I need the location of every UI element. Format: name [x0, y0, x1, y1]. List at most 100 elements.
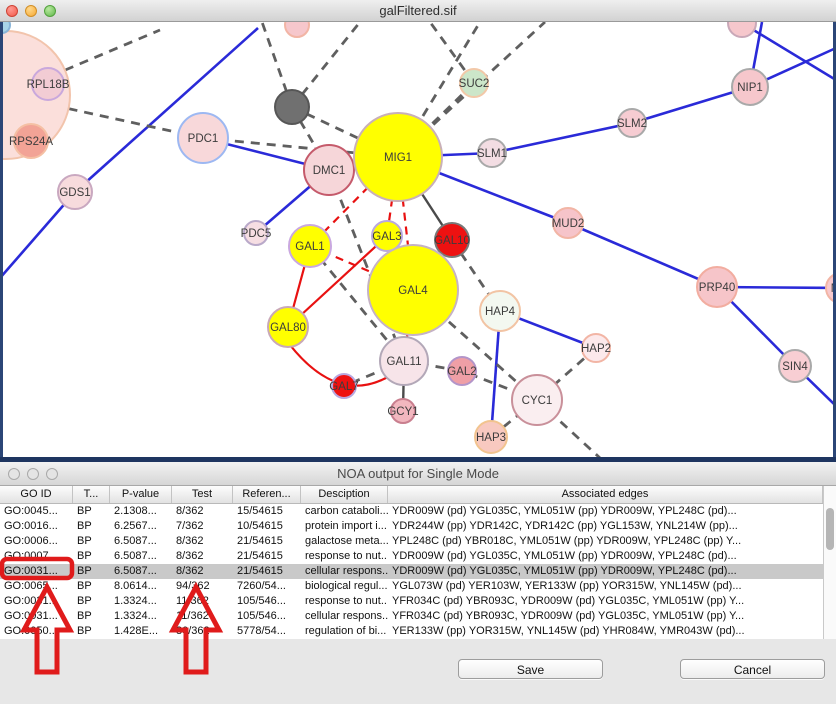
- cell: 6.5087...: [110, 549, 172, 564]
- cell: 6.5087...: [110, 534, 172, 549]
- network-node-GDS1[interactable]: GDS1: [58, 175, 92, 209]
- node-label: GDS1: [59, 187, 90, 199]
- table-row[interactable]: GO:0065...BP8.0614...94/3627260/54...bio…: [0, 579, 823, 594]
- column-header-referen-[interactable]: Referen...: [233, 486, 301, 503]
- cell: GO:0031...: [0, 594, 73, 609]
- vertical-scrollbar[interactable]: [823, 486, 836, 639]
- cell: GO:0016...: [0, 519, 73, 534]
- column-header-desciption[interactable]: Desciption: [301, 486, 388, 503]
- network-node-HAP3[interactable]: HAP3: [475, 421, 507, 453]
- network-node-SIN4[interactable]: SIN4: [779, 350, 811, 382]
- network-node-GAL11[interactable]: GAL11: [380, 337, 428, 385]
- table-row[interactable]: GO:0031...BP1.3324...11/362105/546...cel…: [0, 609, 823, 624]
- node-label: RPL18B: [27, 79, 70, 91]
- node-label: GAL7: [329, 381, 358, 393]
- network-node-SLM2[interactable]: SLM2: [617, 109, 647, 137]
- network-node-top-partial-a[interactable]: [285, 22, 309, 37]
- node-label: PDC5: [241, 228, 272, 240]
- cell: YGL073W (pd) YER103W, YER133W (pp) YOR31…: [388, 579, 823, 594]
- network-node-DMC1[interactable]: DMC1: [304, 145, 354, 195]
- cell: 2.1308...: [110, 504, 172, 519]
- cell: 8/362: [172, 549, 233, 564]
- network-node-GAL7[interactable]: GAL7: [329, 374, 358, 398]
- save-button[interactable]: Save: [458, 659, 603, 679]
- cell: 21/54615: [233, 534, 301, 549]
- node-label: GAL3: [372, 231, 401, 243]
- node-label: GAL4: [398, 285, 428, 297]
- table-row[interactable]: GO:0045...BP2.1308...8/36215/54615carbon…: [0, 504, 823, 519]
- column-header-t-[interactable]: T...: [73, 486, 110, 503]
- network-window-titlebar[interactable]: galFiltered.sif: [0, 0, 836, 22]
- table-row[interactable]: GO:0031...BP1.3324...11/362105/546...res…: [0, 594, 823, 609]
- column-header-go-id[interactable]: GO ID: [0, 486, 73, 503]
- cell: BP: [73, 609, 110, 624]
- cell: YFR034C (pd) YBR093C, YDR009W (pd) YGL03…: [388, 594, 823, 609]
- node-label: MUD2: [552, 218, 585, 230]
- network-node-GAL80[interactable]: GAL80: [268, 307, 308, 347]
- network-node-top-partial-b[interactable]: [728, 22, 756, 37]
- network-node-GAL2[interactable]: GAL2: [447, 357, 476, 385]
- cell: 8/362: [172, 564, 233, 579]
- cell: regulation of bi...: [301, 624, 388, 639]
- cell: 1.428E...: [110, 624, 172, 639]
- network-node-CYC1[interactable]: CYC1: [512, 375, 562, 425]
- node-label: HAP3: [476, 432, 506, 444]
- node-label: DMC1: [313, 165, 346, 177]
- cell: BP: [73, 564, 110, 579]
- cell: 1.3324...: [110, 594, 172, 609]
- screen: galFiltered.sif RPL18BRPS24AGDS1PDC1DMC1…: [0, 0, 836, 704]
- cell: response to nut...: [301, 594, 388, 609]
- network-node-NIP1[interactable]: NIP1: [732, 69, 768, 105]
- network-node-unnamed-dark[interactable]: [275, 90, 309, 124]
- cell: carbon cataboli...: [301, 504, 388, 519]
- cell: GO:0007...: [0, 549, 73, 564]
- cell: YDR009W (pd) YGL035C, YML051W (pp) YDR00…: [388, 549, 823, 564]
- network-node-MUD2[interactable]: MUD2: [552, 208, 585, 238]
- cell: 8.0614...: [110, 579, 172, 594]
- network-node-HAP2[interactable]: HAP2: [581, 334, 611, 362]
- table-header-row: GO IDT...P-valueTestReferen...Desciption…: [0, 486, 836, 504]
- node-label: GAL1: [295, 241, 324, 253]
- network-node-GAL1[interactable]: GAL1: [289, 225, 331, 267]
- network-edge: [75, 28, 258, 192]
- cancel-button[interactable]: Cancel: [680, 659, 825, 679]
- table-row[interactable]: GO:0006...BP6.5087...8/36221/54615galact…: [0, 534, 823, 549]
- table-row[interactable]: GO:0016...BP6.2567...7/36210/54615protei…: [0, 519, 823, 534]
- cell: biological regul...: [301, 579, 388, 594]
- cell: 6.5087...: [110, 564, 172, 579]
- node-circle[interactable]: [728, 22, 756, 37]
- network-canvas[interactable]: RPL18BRPS24AGDS1PDC1DMC1MIG1SUC2SLM1SLM2…: [0, 22, 836, 462]
- node-label: PRP40: [699, 282, 735, 294]
- network-node-GAL3[interactable]: GAL3: [372, 221, 402, 251]
- cell: cellular respons...: [301, 564, 388, 579]
- node-label: GCY1: [387, 406, 418, 418]
- network-node-SLM1[interactable]: SLM1: [477, 139, 507, 167]
- cell: 7/362: [172, 519, 233, 534]
- network-node-PDC1[interactable]: PDC1: [178, 113, 228, 163]
- cell: 94/362: [172, 579, 233, 594]
- column-header-p-value[interactable]: P-value: [110, 486, 172, 503]
- network-node-HAP4[interactable]: HAP4: [480, 291, 520, 331]
- network-svg: RPL18BRPS24AGDS1PDC1DMC1MIG1SUC2SLM1SLM2…: [0, 22, 836, 462]
- scrollbar-thumb[interactable]: [826, 508, 834, 550]
- noa-window-title: NOA output for Single Mode: [0, 466, 836, 481]
- column-header-associated-edges[interactable]: Associated edges: [388, 486, 823, 503]
- table-row[interactable]: GO:0007...BP6.5087...8/36221/54615respon…: [0, 549, 823, 564]
- network-node-MIG1[interactable]: MIG1: [354, 113, 442, 201]
- network-edge: [568, 223, 717, 287]
- network-node-GCY1[interactable]: GCY1: [387, 399, 418, 423]
- column-header-test[interactable]: Test: [172, 486, 233, 503]
- noa-window-titlebar[interactable]: NOA output for Single Mode: [0, 462, 836, 486]
- table-row[interactable]: GO:0031...BP6.5087...8/36221/54615cellul…: [0, 564, 823, 579]
- network-node-SUC2[interactable]: SUC2: [459, 69, 490, 97]
- node-circle[interactable]: [285, 22, 309, 37]
- network-window: galFiltered.sif RPL18BRPS24AGDS1PDC1DMC1…: [0, 0, 836, 462]
- cell: GO:0031...: [0, 609, 73, 624]
- network-node-PRP40[interactable]: PRP40: [697, 267, 737, 307]
- cell: YFR034C (pd) YBR093C, YDR009W (pd) YGL03…: [388, 609, 823, 624]
- network-node-GAL4[interactable]: GAL4: [368, 245, 458, 335]
- network-node-GAL10[interactable]: GAL10: [434, 223, 470, 257]
- cell: YDR009W (pd) YGL035C, YML051W (pp) YDR00…: [388, 564, 823, 579]
- table-row[interactable]: GO:0050...BP1.428E...80/3625778/54...reg…: [0, 624, 823, 639]
- node-circle[interactable]: [275, 90, 309, 124]
